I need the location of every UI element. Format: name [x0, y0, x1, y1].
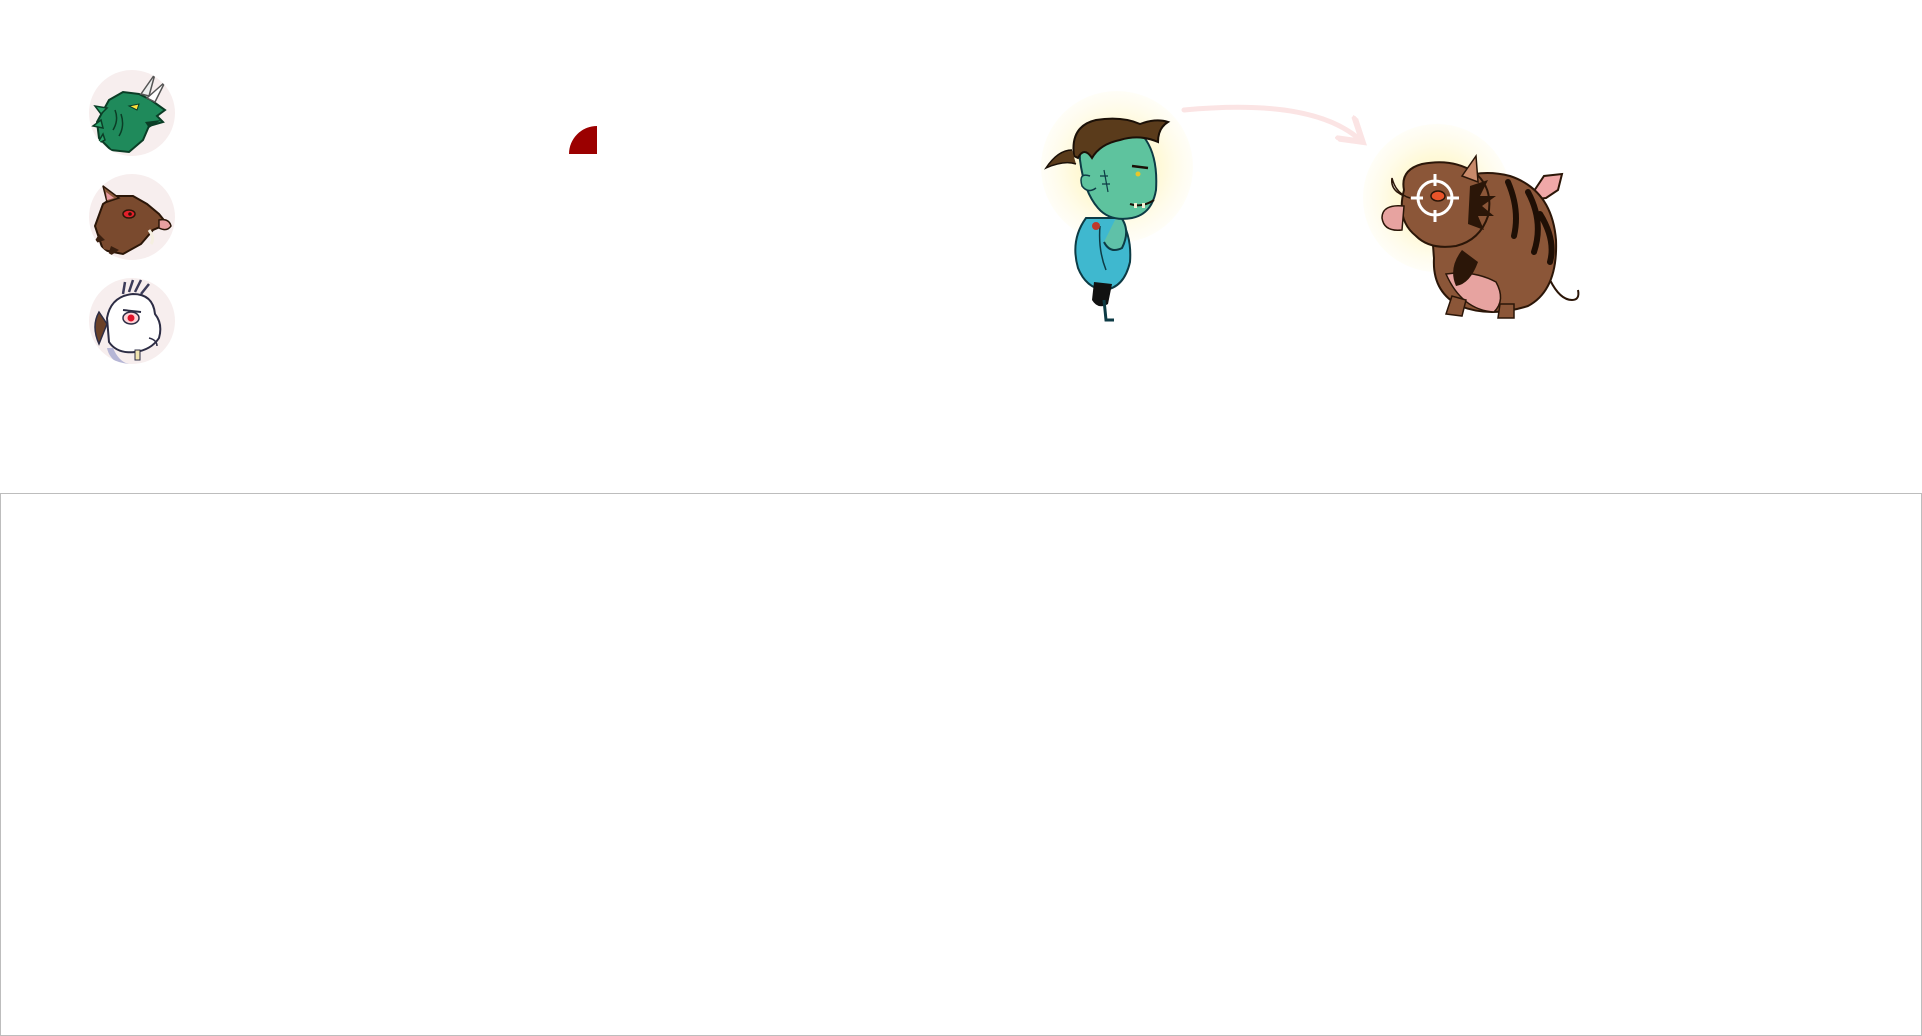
- goat-portrait-icon: [94, 279, 162, 364]
- dragon-portrait-icon: [91, 73, 167, 154]
- turn-portrait-boar[interactable]: [89, 174, 175, 260]
- battlefield: [1041, 91, 1580, 322]
- boar-portrait-icon: [93, 184, 172, 258]
- enemy-unit-winged-boar[interactable]: [1363, 124, 1580, 319]
- turn-portrait-dragon[interactable]: [89, 70, 175, 156]
- action-panel: [0, 493, 1922, 1036]
- game-stage: [0, 0, 1922, 1036]
- hero-unit-zombie[interactable]: [1041, 91, 1193, 322]
- attack-arrow: [1181, 104, 1358, 138]
- timer-wedge-icon: [569, 126, 597, 154]
- turn-portrait-goat[interactable]: [89, 278, 175, 364]
